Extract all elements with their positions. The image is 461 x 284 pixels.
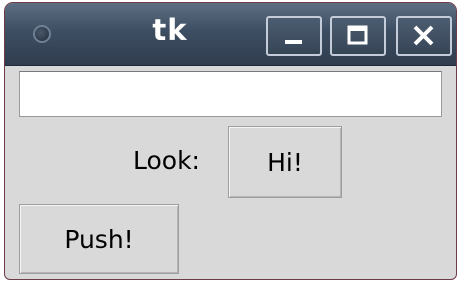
maximize-icon (347, 25, 368, 45)
title-bar[interactable]: tk (5, 3, 456, 66)
minimize-icon (285, 40, 302, 44)
minimize-button[interactable] (266, 16, 322, 56)
maximize-button[interactable] (330, 16, 386, 56)
push-button[interactable]: Push! (19, 204, 179, 274)
close-icon (413, 25, 434, 46)
look-label: Look: (133, 146, 200, 175)
close-button[interactable] (396, 16, 452, 56)
hi-button[interactable]: Hi! (228, 126, 342, 198)
window-menu-circle-icon[interactable] (33, 25, 51, 43)
window-title: tk (152, 13, 188, 47)
text-entry[interactable] (19, 71, 442, 117)
tk-window: tk Look: Hi! Push! (4, 2, 457, 280)
